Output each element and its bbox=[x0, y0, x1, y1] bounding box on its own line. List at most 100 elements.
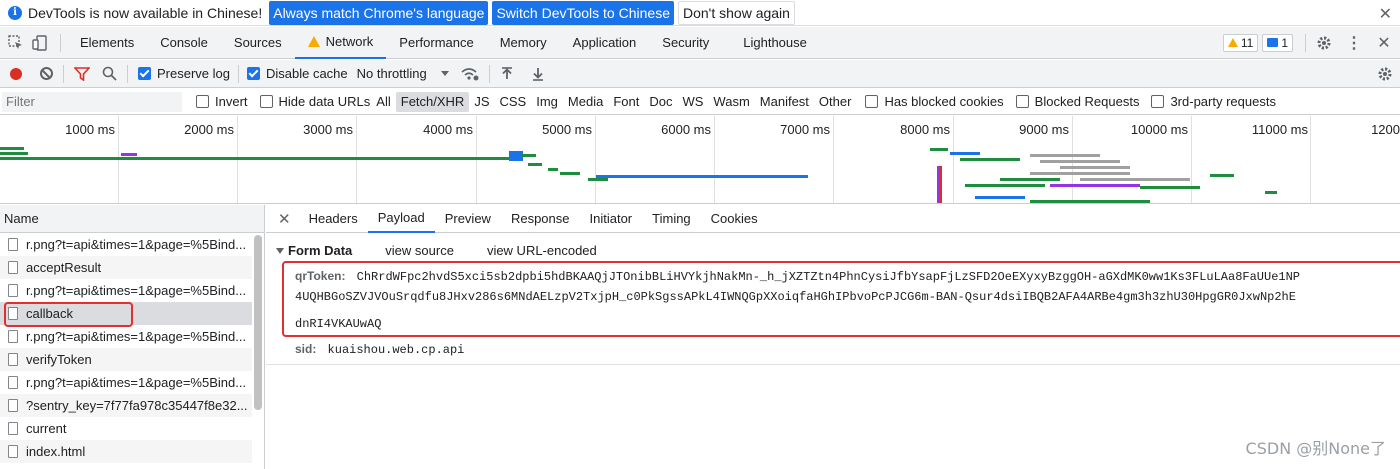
expand-triangle-icon bbox=[276, 247, 284, 254]
switch-to-chinese-button[interactable]: Switch DevTools to Chinese bbox=[492, 0, 674, 25]
request-row[interactable]: verifyToken bbox=[0, 348, 252, 371]
tab-preview[interactable]: Preview bbox=[435, 205, 501, 233]
tab-elements[interactable]: Elements bbox=[67, 27, 147, 59]
third-party-checkbox[interactable]: 3rd-party requests bbox=[1151, 94, 1276, 109]
invert-label: Invert bbox=[215, 94, 248, 109]
form-data-section-header[interactable]: Form Data view source view URL-encoded bbox=[276, 243, 597, 258]
request-name: r.png?t=api&times=1&page=%5Bind... bbox=[26, 329, 247, 344]
timeline-tick-label: 6000 ms bbox=[661, 122, 711, 137]
request-row[interactable]: r.png?t=api&times=1&page=%5Bind... bbox=[0, 233, 252, 256]
tab-performance[interactable]: Performance bbox=[386, 27, 486, 59]
blocked-requests-checkbox[interactable]: Blocked Requests bbox=[1015, 94, 1139, 109]
timeline-bar bbox=[522, 154, 536, 157]
timeline-bar bbox=[975, 196, 1025, 199]
filter-type-fetch-xhr[interactable]: Fetch/XHR bbox=[395, 91, 470, 112]
hide-data-urls-checkbox[interactable]: Hide data URLs bbox=[259, 94, 370, 109]
preserve-log-checkbox[interactable]: Preserve log bbox=[138, 66, 230, 81]
timeline-tick-label: 5000 ms bbox=[542, 122, 592, 137]
filter-type-img[interactable]: Img bbox=[531, 92, 563, 112]
view-url-encoded-link[interactable]: view URL-encoded bbox=[487, 243, 597, 258]
timeline-gridline bbox=[118, 116, 119, 203]
tab-sources[interactable]: Sources bbox=[221, 27, 295, 59]
warnings-badge[interactable]: 11 bbox=[1222, 33, 1259, 52]
network-overview-timeline[interactable]: 1000 ms 2000 ms 3000 ms 4000 ms 5000 ms … bbox=[0, 116, 1400, 204]
always-match-language-button[interactable]: Always match Chrome's language bbox=[269, 0, 489, 25]
filter-type-all[interactable]: All bbox=[371, 92, 395, 112]
filter-type-doc[interactable]: Doc bbox=[644, 92, 677, 112]
sid-value: kuaishou.web.cp.api bbox=[327, 343, 465, 357]
import-har-icon[interactable] bbox=[500, 66, 514, 81]
tab-console[interactable]: Console bbox=[147, 27, 221, 59]
timeline-bar bbox=[1030, 172, 1130, 175]
request-row[interactable]: ?sentry_key=7f77fa978c35447f8e32... bbox=[0, 394, 252, 417]
tab-application[interactable]: Application bbox=[560, 27, 650, 59]
tab-network[interactable]: Network bbox=[294, 27, 387, 59]
timeline-bar bbox=[1080, 178, 1190, 181]
invert-checkbox[interactable]: Invert bbox=[196, 94, 248, 109]
request-row[interactable]: index.html bbox=[0, 440, 252, 463]
clear-icon[interactable] bbox=[40, 67, 53, 80]
more-options-icon[interactable]: ⋮ bbox=[1344, 33, 1364, 53]
tab-memory[interactable]: Memory bbox=[487, 27, 560, 59]
close-icon[interactable]: ✕ bbox=[278, 210, 291, 228]
document-icon bbox=[8, 261, 18, 274]
view-source-link[interactable]: view source bbox=[385, 243, 454, 258]
network-conditions-icon[interactable] bbox=[461, 67, 479, 81]
tab-lighthouse[interactable]: Lighthouse bbox=[730, 27, 820, 59]
document-icon bbox=[8, 353, 18, 366]
checkbox-checked-icon bbox=[246, 67, 260, 80]
filter-type-wasm[interactable]: Wasm bbox=[708, 92, 754, 112]
chevron-down-icon bbox=[440, 71, 449, 76]
requests-scrollbar[interactable] bbox=[254, 235, 262, 410]
request-row[interactable]: current bbox=[0, 417, 252, 440]
tab-security[interactable]: Security bbox=[649, 27, 722, 59]
filter-type-js[interactable]: JS bbox=[469, 92, 494, 112]
request-name: r.png?t=api&times=1&page=%5Bind... bbox=[26, 375, 247, 390]
export-har-icon[interactable] bbox=[531, 67, 545, 81]
timeline-bar bbox=[548, 168, 558, 171]
tab-timing[interactable]: Timing bbox=[642, 205, 701, 233]
blocked-cookies-checkbox[interactable]: Has blocked cookies bbox=[865, 94, 1004, 109]
filter-type-other[interactable]: Other bbox=[814, 92, 857, 112]
document-icon bbox=[8, 284, 18, 297]
messages-badge[interactable]: 1 bbox=[1262, 33, 1293, 52]
request-row[interactable]: r.png?t=api&times=1&page=%5Bind... bbox=[0, 279, 252, 302]
filter-input[interactable] bbox=[2, 91, 182, 112]
tab-initiator[interactable]: Initiator bbox=[580, 205, 643, 233]
timeline-bar bbox=[588, 178, 608, 181]
close-devtools-icon[interactable]: ✕ bbox=[1374, 33, 1394, 53]
timeline-bar bbox=[0, 157, 510, 160]
tab-response[interactable]: Response bbox=[501, 205, 580, 233]
close-icon[interactable]: ✕ bbox=[1379, 4, 1392, 24]
device-toolbar-icon[interactable] bbox=[30, 33, 50, 53]
checkbox-unchecked-icon bbox=[196, 95, 209, 108]
timeline-bar bbox=[940, 166, 942, 203]
dont-show-again-button[interactable]: Don't show again bbox=[677, 0, 795, 25]
tab-payload[interactable]: Payload bbox=[367, 205, 435, 233]
request-row[interactable]: acceptResult bbox=[0, 256, 252, 279]
request-row[interactable]: r.png?t=api&times=1&page=%5Bind... bbox=[0, 371, 252, 394]
disable-cache-checkbox[interactable]: Disable cache bbox=[246, 66, 348, 81]
document-icon bbox=[8, 330, 18, 343]
search-icon[interactable] bbox=[102, 66, 117, 81]
document-icon bbox=[8, 376, 18, 389]
tab-cookies[interactable]: Cookies bbox=[701, 205, 768, 233]
record-icon[interactable] bbox=[10, 67, 22, 80]
requests-column-header[interactable]: Name bbox=[0, 205, 264, 233]
timeline-tick-label: 1000 ms bbox=[65, 122, 115, 137]
tab-headers[interactable]: Headers bbox=[299, 205, 368, 233]
filter-type-media[interactable]: Media bbox=[563, 92, 608, 112]
settings-gear-icon[interactable] bbox=[1314, 33, 1334, 53]
inspect-element-icon[interactable] bbox=[6, 33, 26, 53]
timeline-bar bbox=[1140, 186, 1200, 189]
filter-type-font[interactable]: Font bbox=[608, 92, 644, 112]
filter-type-manifest[interactable]: Manifest bbox=[755, 92, 814, 112]
filter-type-ws[interactable]: WS bbox=[677, 92, 708, 112]
network-settings-gear-icon[interactable] bbox=[1377, 66, 1393, 82]
throttling-select[interactable]: No throttling bbox=[357, 66, 449, 81]
filter-funnel-icon[interactable] bbox=[74, 66, 90, 81]
request-row[interactable]: r.png?t=api&times=1&page=%5Bind... bbox=[0, 325, 252, 348]
filter-type-css[interactable]: CSS bbox=[495, 92, 532, 112]
timeline-bar bbox=[528, 163, 542, 166]
document-icon bbox=[8, 399, 18, 412]
